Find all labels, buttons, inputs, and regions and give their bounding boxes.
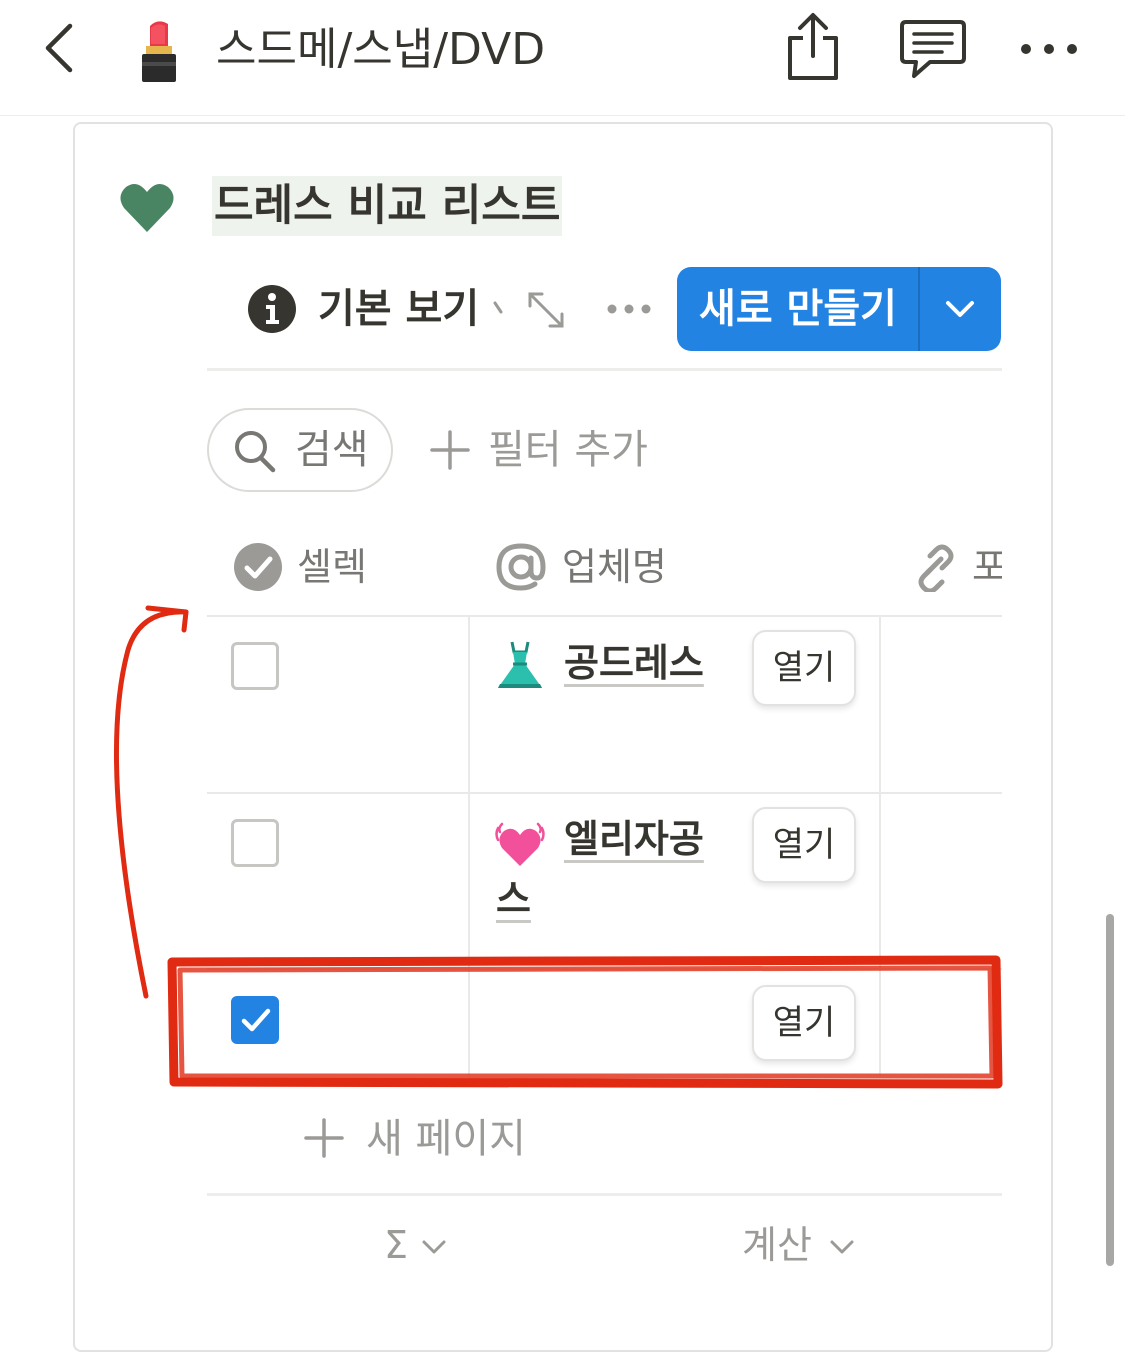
open-button[interactable]: 열기 <box>752 985 856 1061</box>
chevron-down-icon[interactable] <box>920 267 1001 351</box>
column-label: 업체명 <box>562 545 667 589</box>
check-icon <box>241 1008 271 1032</box>
checkbox-circle-icon <box>233 542 283 592</box>
share-icon[interactable] <box>782 10 844 84</box>
at-sign-icon <box>496 542 546 592</box>
more-icon[interactable] <box>1016 36 1086 62</box>
lipstick-icon <box>134 18 186 84</box>
vendor-name-continued[interactable]: 스 <box>496 872 531 926</box>
vendor-name[interactable]: 엘리자공 <box>564 812 704 866</box>
green-heart-icon <box>118 180 176 236</box>
beating-heart-icon <box>494 818 546 870</box>
column-header-link[interactable]: 포 <box>908 536 1002 598</box>
row-divider <box>207 968 1002 970</box>
column-label: 포 <box>972 545 1002 589</box>
toolbar-divider <box>207 368 1002 371</box>
new-button[interactable]: 새로 만들기 <box>677 267 1001 351</box>
open-button[interactable]: 열기 <box>752 807 856 883</box>
page-title: 스드메/스냅/DVD <box>216 24 546 75</box>
plus-icon <box>428 428 472 472</box>
back-icon[interactable] <box>36 22 86 78</box>
calculate-label: 계산 <box>742 1223 812 1267</box>
column-label: 셀렉 <box>297 545 367 589</box>
expand-icon[interactable] <box>524 288 568 332</box>
column-divider <box>879 616 881 1076</box>
search-button[interactable]: 검색 <box>207 408 393 492</box>
row-checkbox-checked[interactable] <box>231 996 279 1044</box>
database-title[interactable]: 드레스 비교 리스트 <box>212 176 563 236</box>
view-tick-mark <box>492 300 504 316</box>
view-selector[interactable]: 기본 보기 <box>318 282 479 336</box>
chevron-down-icon <box>828 1238 856 1256</box>
chevron-down-icon <box>420 1238 448 1256</box>
plus-icon <box>304 1118 344 1158</box>
column-divider <box>468 616 470 1076</box>
sum-icon: Σ <box>384 1223 409 1267</box>
vendor-name[interactable]: 공드레스 <box>564 636 704 690</box>
footer-divider <box>207 1193 1002 1196</box>
new-button-label: 새로 만들기 <box>699 286 897 332</box>
search-label: 검색 <box>295 427 369 473</box>
link-icon <box>908 542 958 594</box>
row-checkbox[interactable] <box>231 819 279 867</box>
sum-calculation-button[interactable]: Σ <box>384 1218 448 1274</box>
view-more-icon[interactable] <box>604 300 654 318</box>
add-filter-label: 필터 추가 <box>488 427 648 473</box>
open-button[interactable]: 열기 <box>752 630 856 706</box>
calculate-button[interactable]: 계산 <box>742 1218 862 1274</box>
row-divider <box>207 792 1002 794</box>
row-checkbox[interactable] <box>231 642 279 690</box>
info-icon <box>247 284 297 334</box>
row-divider <box>207 615 1002 617</box>
scrollbar[interactable] <box>1106 914 1114 1266</box>
search-icon <box>233 428 277 474</box>
new-page-label: 새 페이지 <box>366 1116 526 1162</box>
dress-icon <box>494 640 546 692</box>
top-bar: 스드메/스냅/DVD <box>0 0 1125 116</box>
comment-icon[interactable] <box>896 16 970 84</box>
